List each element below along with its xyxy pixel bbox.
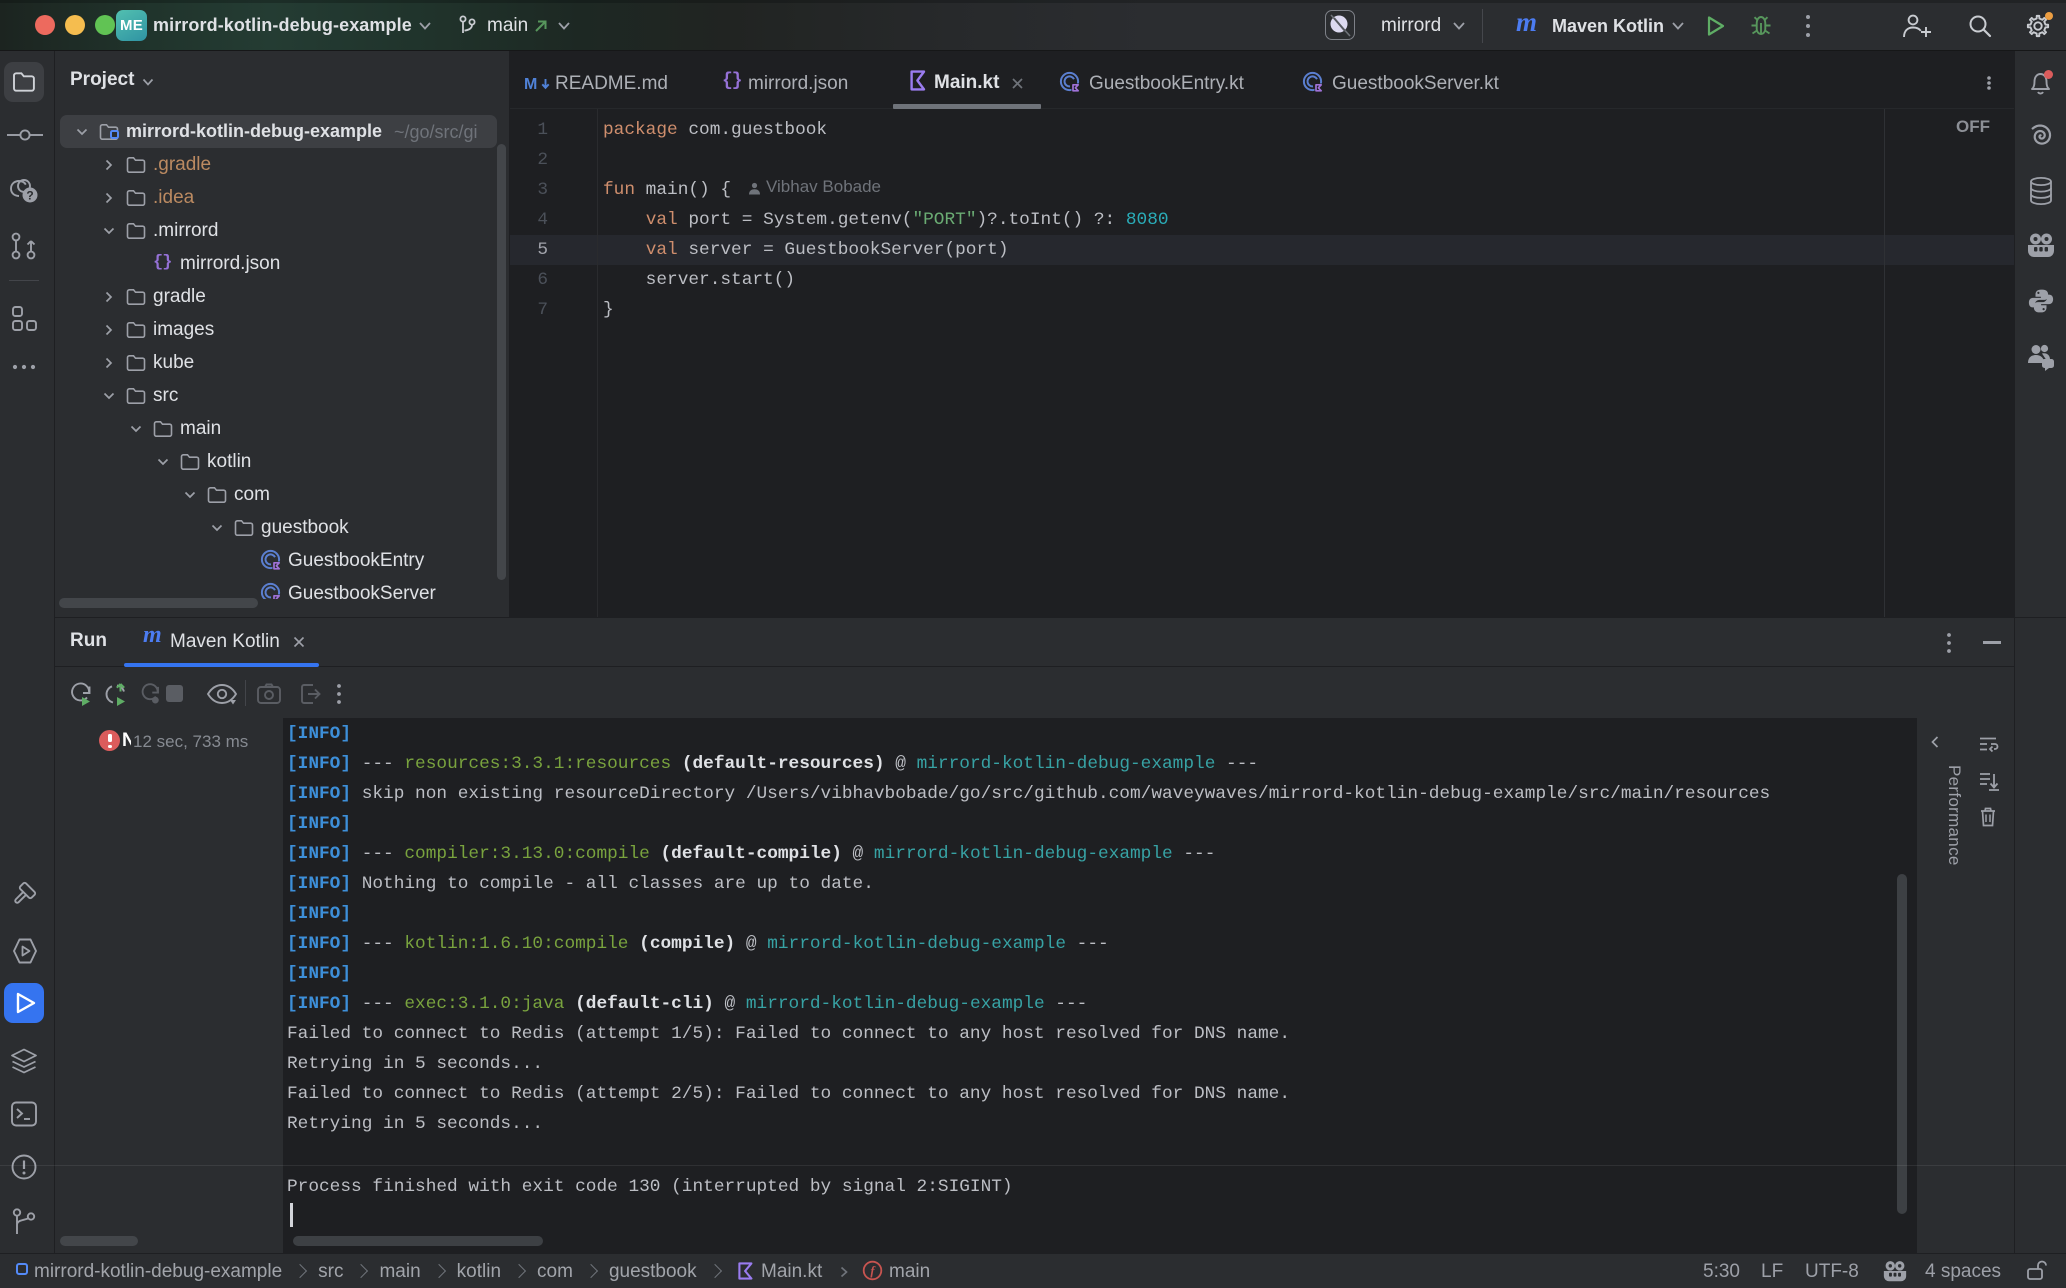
svg-text:?: ? bbox=[26, 189, 33, 203]
svg-text:f: f bbox=[870, 1264, 876, 1278]
svg-text:M: M bbox=[524, 76, 537, 93]
